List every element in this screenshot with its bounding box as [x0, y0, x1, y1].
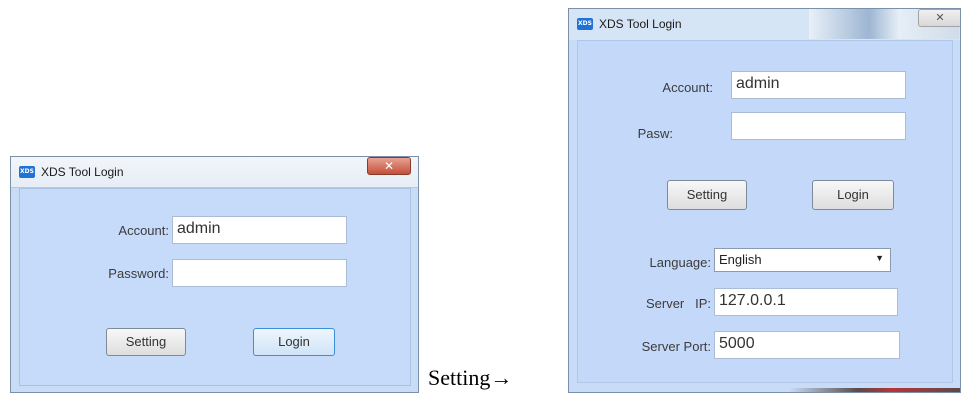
- language-select[interactable]: English ▼: [714, 248, 891, 272]
- title-bar[interactable]: XDS XDS Tool Login ✕: [11, 157, 418, 188]
- title-bar[interactable]: XDS XDS Tool Login ✕: [569, 9, 960, 39]
- window-title: XDS Tool Login: [599, 17, 682, 31]
- app-icon: XDS: [19, 166, 35, 178]
- login-window-basic: XDS XDS Tool Login ✕ Account: admin Pass…: [10, 156, 419, 393]
- account-input[interactable]: admin: [172, 216, 347, 244]
- server-ip-input[interactable]: 127.0.0.1: [714, 288, 898, 316]
- password-label: Password:: [108, 266, 169, 281]
- language-label: Language:: [649, 255, 711, 270]
- app-icon: XDS: [577, 18, 593, 30]
- account-input[interactable]: admin: [731, 71, 906, 99]
- dropdown-arrow-icon[interactable]: ▼: [875, 253, 884, 263]
- setting-button[interactable]: Setting: [667, 180, 747, 210]
- password-input[interactable]: [172, 259, 347, 287]
- window-body: Account: admin Password: Setting Login: [11, 188, 418, 392]
- server-ip-label: Server IP:: [645, 296, 711, 311]
- setting-arrow-caption: Setting→: [428, 365, 513, 390]
- close-icon[interactable]: ✕: [367, 157, 411, 175]
- window-body: Account: admin Pasw: Setting Login Langu…: [569, 40, 960, 392]
- login-button[interactable]: Login: [253, 328, 335, 356]
- password-label: Pasw:: [637, 126, 673, 141]
- setting-button[interactable]: Setting: [106, 328, 186, 356]
- login-button[interactable]: Login: [812, 180, 894, 210]
- password-input[interactable]: [731, 112, 906, 140]
- server-port-label: Server Port:: [641, 339, 711, 354]
- close-icon[interactable]: ✕: [918, 9, 960, 27]
- login-window-settings: XDS XDS Tool Login ✕ Account: admin Pasw…: [568, 8, 961, 393]
- window-title: XDS Tool Login: [41, 165, 124, 179]
- language-select-value: English: [719, 252, 762, 267]
- account-label: Account:: [118, 223, 169, 238]
- account-label: Account:: [662, 80, 713, 95]
- bottom-edge-shadow: [789, 388, 960, 392]
- server-port-input[interactable]: 5000: [714, 331, 900, 359]
